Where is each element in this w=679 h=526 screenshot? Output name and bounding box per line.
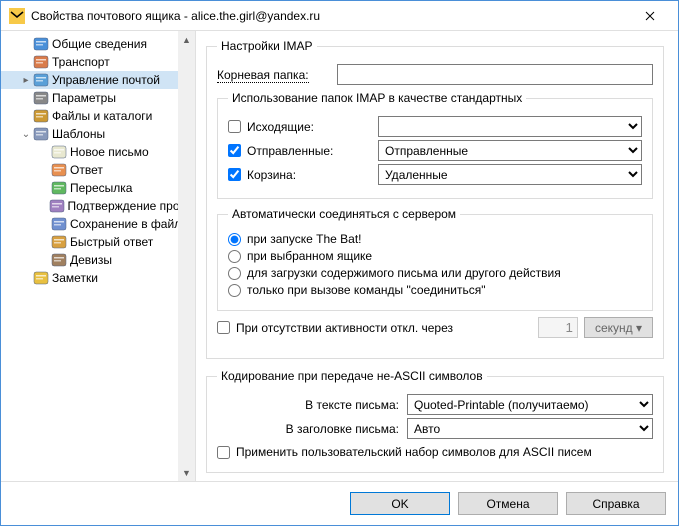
tree-item-label: Быстрый ответ [70,235,153,249]
tree-item-new-msg[interactable]: Новое письмо [1,143,195,161]
tree-item-globe[interactable]: Общие сведения [1,35,195,53]
sent-checkbox[interactable] [228,144,241,157]
ok-button[interactable]: OK [350,492,450,515]
params-icon [33,90,49,106]
sent-check-label[interactable]: Отправленные: [228,144,378,158]
quick-reply-icon [51,234,67,250]
close-button[interactable] [630,2,670,30]
tree-item-mottos[interactable]: Девизы [1,251,195,269]
mail-manage-icon [33,72,49,88]
custom-charset-checkbox[interactable] [217,446,230,459]
tree-item-label: Шаблоны [52,127,105,141]
outbox-check-label[interactable]: Исходящие: [228,120,378,134]
trash-select[interactable]: Удаленные [378,164,642,185]
tree-item-label: Ответ [70,163,103,177]
autoconnect-opt-label: для загрузки содержимого письма или друг… [247,266,561,280]
content-pane: Настройки IMAP Корневая папка: Использов… [196,31,678,481]
globe-icon [33,36,49,52]
tree-item-label: Сохранение в файл [70,217,181,231]
forward-icon [51,180,67,196]
tree-item-save-file[interactable]: Сохранение в файл [1,215,195,233]
tree-item-label: Транспорт [52,55,110,69]
autoconnect-opt-label: при выбранном ящике [247,249,372,263]
idle-value-spinner[interactable] [538,317,578,338]
encoding-group: Кодирование при передаче не-ASCII символ… [206,369,664,473]
header-encoding-select[interactable]: Авто [407,418,653,439]
autoconnect-group: Автоматически соединяться с сервером при… [217,207,653,311]
autoconnect-radio-3[interactable] [228,284,241,297]
scrollbar[interactable]: ▲ ▼ [178,31,195,481]
imap-std-legend: Использование папок IMAP в качестве стан… [228,91,526,105]
tree-item-label: Управление почтой [52,73,160,87]
new-msg-icon [51,144,67,160]
root-folder-input[interactable] [337,64,653,85]
folders-icon [33,108,49,124]
root-folder-label: Корневая папка: [217,68,337,82]
body-encoding-select[interactable]: Quoted-Printable (получитаемо) [407,394,653,415]
notes-icon [33,270,49,286]
outbox-select[interactable] [378,116,642,137]
tree-item-confirm[interactable]: Подтверждение прочт [1,197,195,215]
tree-item-forward[interactable]: Пересылка [1,179,195,197]
dialog-footer: OK Отмена Справка [1,481,678,525]
scroll-up-icon[interactable]: ▲ [178,31,195,48]
tree-item-mail-manage[interactable]: ▸ Управление почтой [1,71,195,89]
custom-charset-label: Применить пользовательский набор символо… [236,445,592,459]
tree-item-notes[interactable]: Заметки [1,269,195,287]
tree-item-label: Общие сведения [52,37,147,51]
autoconnect-radio-1[interactable] [228,250,241,263]
tree-item-params[interactable]: Параметры [1,89,195,107]
help-button[interactable]: Справка [566,492,666,515]
imap-settings-group: Настройки IMAP Корневая папка: Использов… [206,39,664,359]
autoconnect-radio-0[interactable] [228,233,241,246]
idle-disconnect-checkbox[interactable] [217,321,230,334]
window-title: Свойства почтового ящика - alice.the.gir… [31,9,630,23]
cancel-button[interactable]: Отмена [458,492,558,515]
nav-tree: Общие сведения Транспорт ▸ Управление почто… [1,31,196,481]
imap-std-folders-group: Использование папок IMAP в качестве стан… [217,91,653,199]
outbox-checkbox[interactable] [228,120,241,133]
idle-unit-button[interactable]: секунд ▾ [584,317,653,338]
tree-item-label: Пересылка [70,181,132,195]
tree-item-reply[interactable]: Ответ [1,161,195,179]
tree-item-label: Заметки [52,271,98,285]
trash-check-label[interactable]: Корзина: [228,168,378,182]
tree-item-label: Новое письмо [70,145,149,159]
tree-item-label: Файлы и каталоги [52,109,152,123]
templates-icon [33,126,49,142]
autoconnect-opt-label: только при вызове команды "соединиться" [247,283,486,297]
tree-item-quick-reply[interactable]: Быстрый ответ [1,233,195,251]
scroll-down-icon[interactable]: ▼ [178,464,195,481]
app-icon [9,8,25,24]
autoconnect-radio-2[interactable] [228,267,241,280]
dialog-window: Свойства почтового ящика - alice.the.gir… [0,0,679,526]
twisty-icon[interactable]: ⌄ [19,129,33,140]
trash-checkbox[interactable] [228,168,241,181]
idle-label: При отсутствии активности откл. через [236,321,538,335]
sent-select[interactable]: Отправленные [378,140,642,161]
tree-item-templates[interactable]: ⌄ Шаблоны [1,125,195,143]
header-encoding-label: В заголовке письма: [217,422,407,436]
body-encoding-label: В тексте письма: [217,398,407,412]
confirm-icon [49,198,65,214]
autoconnect-opt-label: при запуске The Bat! [247,232,362,246]
encoding-legend: Кодирование при передаче не-ASCII символ… [217,369,487,383]
imap-legend: Настройки IMAP [217,39,317,53]
tree-item-label: Параметры [52,91,116,105]
tree-item-folders[interactable]: Файлы и каталоги [1,107,195,125]
autoconnect-legend: Автоматически соединяться с сервером [228,207,460,221]
reply-icon [51,162,67,178]
twisty-icon: ▸ [19,75,33,86]
mottos-icon [51,252,67,268]
save-file-icon [51,216,67,232]
tree-item-label: Девизы [70,253,112,267]
tree-item-transport[interactable]: Транспорт [1,53,195,71]
transport-icon [33,54,49,70]
titlebar: Свойства почтового ящика - alice.the.gir… [1,1,678,31]
tree-item-label: Подтверждение прочт [68,199,192,213]
